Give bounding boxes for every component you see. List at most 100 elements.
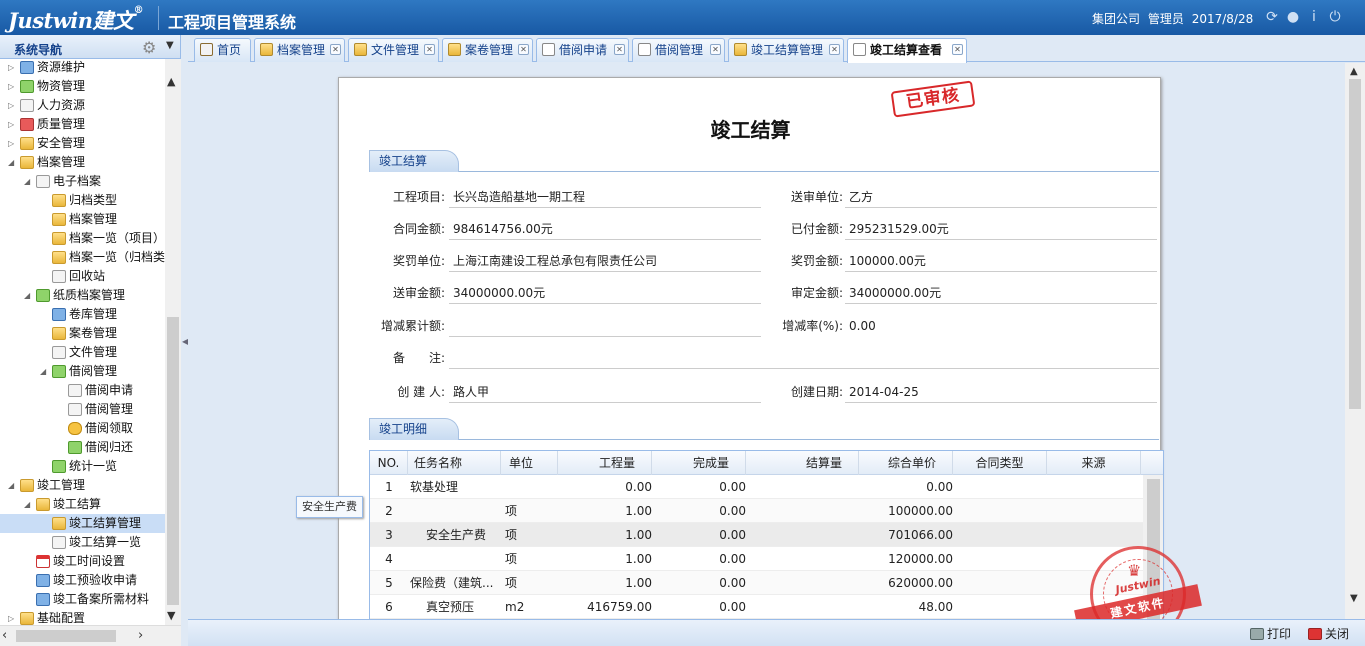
col-unit-price[interactable]: 综合单价 — [859, 451, 953, 475]
current-date: 2017/8/28 — [1191, 12, 1254, 26]
tree-node-base-config[interactable]: ▷ 基础配置 — [0, 609, 165, 625]
tree-node-time-setting[interactable]: 竣工时间设置 — [0, 552, 165, 571]
tree-node-borrow-receive[interactable]: 借阅领取 — [0, 419, 165, 438]
company-name: 集团公司 — [1092, 12, 1141, 26]
field-paid-amount: 已付金额: 295231529.00元 — [767, 218, 1159, 240]
tab-settlement-view[interactable]: 竣工结算查看 ✕ — [847, 38, 967, 63]
scrollbar-thumb[interactable] — [1349, 79, 1361, 409]
tab-settlement-mgmt[interactable]: 竣工结算管理 ✕ — [728, 38, 844, 62]
chevron-down-icon[interactable]: ▼ — [166, 40, 174, 51]
tab-dossier-mgmt[interactable]: 案卷管理 ✕ — [442, 38, 533, 62]
collapse-icon[interactable]: ◢ — [8, 476, 18, 495]
tree-node-paper-archive[interactable]: ◢ 纸质档案管理 — [0, 286, 165, 305]
tree-node-archive-type[interactable]: 归档类型 — [0, 191, 165, 210]
tree-node-borrow-apply[interactable]: 借阅申请 — [0, 381, 165, 400]
expand-icon[interactable]: ▷ — [8, 134, 18, 153]
col-completed[interactable]: 完成量 — [652, 451, 746, 475]
tree-node-quality[interactable]: ▷ 质量管理 — [0, 115, 165, 134]
info-icon[interactable]: i — [1306, 9, 1322, 25]
expand-icon[interactable]: ▷ — [8, 609, 18, 625]
expand-icon[interactable]: ▷ — [8, 77, 18, 96]
tab-borrow-mgmt[interactable]: 借阅管理 ✕ — [632, 38, 725, 62]
tree-node-borrow-mgmt[interactable]: ◢ 借阅管理 — [0, 362, 165, 381]
close-icon[interactable]: ✕ — [829, 44, 840, 55]
refresh-icon[interactable]: ⟳ — [1264, 9, 1280, 25]
scroll-down-icon[interactable]: ▼ — [167, 609, 175, 622]
tab-home[interactable]: 首页 — [194, 38, 251, 62]
scroll-down-icon[interactable]: ▼ — [1350, 593, 1358, 604]
scroll-left-icon[interactable]: ‹ — [2, 628, 7, 643]
tree-node-statistics[interactable]: 统计一览 — [0, 457, 165, 476]
content-scrollbar[interactable]: ▲ ▼ — [1345, 63, 1365, 619]
col-source[interactable]: 来源 — [1047, 451, 1141, 475]
tree-node-settlement-mgmt[interactable]: 竣工结算管理 — [0, 514, 165, 533]
tree-node-archive-mgmt[interactable]: 档案管理 — [0, 210, 165, 229]
expand-icon[interactable]: ▷ — [8, 59, 18, 77]
close-icon[interactable]: ✕ — [518, 44, 529, 55]
scroll-up-icon[interactable]: ▲ — [167, 75, 175, 88]
tree-node-settlement[interactable]: ◢ 竣工结算 — [0, 495, 165, 514]
tree-node-filing-materials[interactable]: 竣工备案所需材料 — [0, 590, 165, 609]
tree-node-vault[interactable]: 卷库管理 — [0, 305, 165, 324]
expand-icon[interactable]: ▷ — [8, 115, 18, 134]
tree-node-borrow-manage[interactable]: 借阅管理 — [0, 400, 165, 419]
tree-node-pre-acceptance[interactable]: 竣工预验收申请 — [0, 571, 165, 590]
table-row[interactable]: 6 真空预压 m2 416759.00 0.00 48.00 — [370, 595, 1143, 619]
close-icon[interactable]: ✕ — [424, 44, 435, 55]
collapse-icon[interactable]: ◢ — [24, 495, 34, 514]
tree-node-completion[interactable]: ◢ 竣工管理 — [0, 476, 165, 495]
table-row[interactable]: 5 保险费（建筑... 项 1.00 0.00 620000.00 — [370, 571, 1143, 595]
user-icon[interactable]: ● — [1285, 9, 1301, 25]
tab-file-mgmt[interactable]: 文件管理 ✕ — [348, 38, 439, 62]
col-task-name[interactable]: 任务名称 — [408, 451, 501, 475]
tree-node-materials[interactable]: ▷ 物资管理 — [0, 77, 165, 96]
close-icon[interactable]: ✕ — [710, 44, 721, 55]
field-contract-amount: 合同金额: 984614756.00元 — [369, 218, 769, 240]
tree-node-hr[interactable]: ▷ 人力资源 — [0, 96, 165, 115]
tab-borrow-apply[interactable]: 借阅申请 ✕ — [536, 38, 629, 62]
expand-icon[interactable]: ▷ — [8, 96, 18, 115]
tree-node-settlement-list[interactable]: 竣工结算一览 — [0, 533, 165, 552]
close-button[interactable]: 关闭 — [1308, 625, 1349, 642]
hscrollbar-thumb[interactable] — [16, 630, 116, 642]
collapse-icon[interactable]: ◢ — [8, 153, 18, 172]
tree-node-dossier[interactable]: 案卷管理 — [0, 324, 165, 343]
tree-node-archive[interactable]: ◢ 档案管理 — [0, 153, 165, 172]
col-no[interactable]: NO. — [370, 451, 408, 475]
collapse-icon[interactable]: ◢ — [24, 286, 34, 305]
tree-node-archive-list-project[interactable]: 档案一览（项目） — [0, 229, 165, 248]
table-row[interactable]: 4 项 1.00 0.00 120000.00 — [370, 547, 1143, 571]
gear-icon[interactable]: ⚙ — [142, 38, 156, 57]
tree-node-borrow-return[interactable]: 借阅归还 — [0, 438, 165, 457]
scroll-up-icon[interactable]: ▲ — [1350, 66, 1358, 77]
close-icon[interactable]: ✕ — [330, 44, 341, 55]
tree-node-resource[interactable]: ▷ 资源维护 — [0, 59, 165, 77]
tree-node-e-archive[interactable]: ◢ 电子档案 — [0, 172, 165, 191]
col-quantity[interactable]: 工程量 — [558, 451, 652, 475]
sidebar-scrollbar[interactable]: ▲ ▼ — [165, 59, 181, 625]
table-row[interactable]: 1 软基处理 0.00 0.00 0.00 — [370, 475, 1143, 499]
scroll-right-icon[interactable]: › — [138, 628, 143, 643]
document-title: 竣工结算 — [710, 118, 791, 142]
sidebar-hscrollbar[interactable]: ‹ › — [0, 625, 181, 646]
col-unit[interactable]: 单位 — [501, 451, 558, 475]
tab-archive-mgmt[interactable]: 档案管理 ✕ — [254, 38, 345, 62]
power-icon[interactable]: ⏻ — [1327, 9, 1343, 25]
tree-node-recycle-bin[interactable]: 回收站 — [0, 267, 165, 286]
tree-node-safety[interactable]: ▷ 安全管理 — [0, 134, 165, 153]
print-button[interactable]: 打印 — [1250, 625, 1291, 642]
col-contract-type[interactable]: 合同类型 — [953, 451, 1047, 475]
collapse-icon[interactable]: ◢ — [40, 362, 50, 381]
col-settlement[interactable]: 结算量 — [746, 451, 859, 475]
scrollbar-thumb[interactable] — [167, 317, 179, 605]
page-icon — [853, 43, 866, 56]
collapse-icon[interactable]: ◢ — [24, 172, 34, 191]
table-row[interactable]: 2 项 1.00 0.00 100000.00 — [370, 499, 1143, 523]
close-icon[interactable]: ✕ — [952, 44, 963, 55]
table-row[interactable]: 3 安全生产费 项 1.00 0.00 701066.00 — [370, 523, 1143, 547]
close-icon[interactable]: ✕ — [614, 44, 625, 55]
tree-node-file-mgmt[interactable]: 文件管理 — [0, 343, 165, 362]
tree-node-archive-list-type[interactable]: 档案一览（归档类 — [0, 248, 165, 267]
file-icon — [68, 384, 82, 397]
panel-splitter[interactable]: ◀ — [181, 35, 188, 646]
